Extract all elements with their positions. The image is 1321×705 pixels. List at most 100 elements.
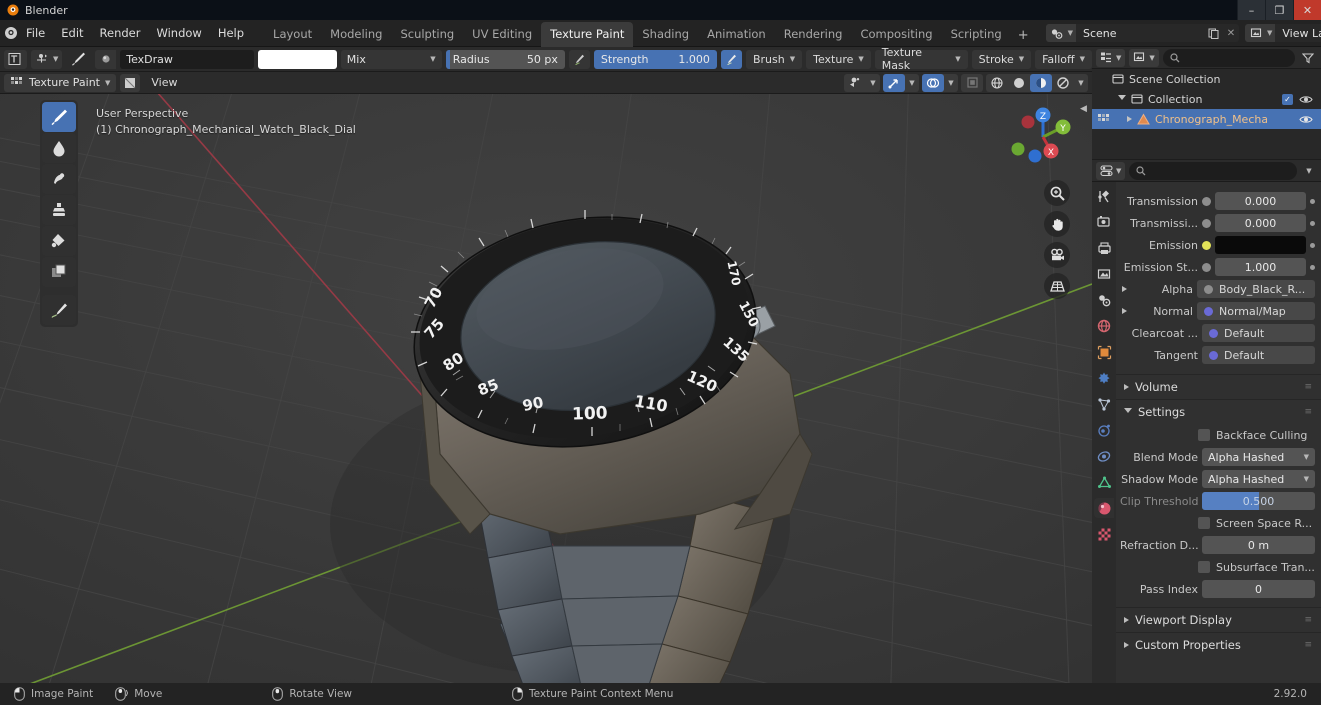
outliner-row-collection[interactable]: Collection ✓ [1092, 89, 1321, 109]
animate-dot[interactable] [1310, 242, 1315, 248]
add-workspace-button[interactable]: + [1011, 24, 1036, 47]
object-tab[interactable] [1094, 342, 1114, 362]
brush-falloff-group[interactable]: ▼ [30, 49, 63, 69]
strength-slider[interactable]: Strength 1.000 [593, 49, 717, 69]
shadow-mode-select[interactable]: Alpha Hashed ▼ [1202, 470, 1315, 488]
viewlayer-browse-chevron[interactable]: ▼ [1267, 24, 1276, 42]
particles-tab[interactable] [1094, 394, 1114, 414]
tab-shading[interactable]: Shading [633, 22, 698, 47]
xray-icon[interactable] [961, 74, 983, 92]
camera-icon[interactable] [1044, 242, 1070, 268]
socket-dot[interactable] [1202, 196, 1211, 206]
render-tab[interactable] [1094, 212, 1114, 232]
soften-tool-button[interactable] [42, 133, 76, 163]
constraints-tab[interactable] [1094, 446, 1114, 466]
perspective-icon[interactable] [1044, 273, 1070, 299]
material-preview-shading-icon[interactable] [1030, 73, 1052, 92]
chevron-right-icon[interactable] [1122, 308, 1127, 314]
brush-name-field[interactable]: TexDraw [120, 49, 255, 69]
socket-dot[interactable] [1202, 218, 1211, 228]
menu-edit[interactable]: Edit [53, 23, 91, 43]
tab-animation[interactable]: Animation [698, 22, 775, 47]
view-layer-name[interactable]: View Layer [1275, 27, 1321, 40]
prop-value-transmission-roughness[interactable]: 0.000 [1215, 214, 1306, 232]
modifier-tab[interactable] [1094, 368, 1114, 388]
prop-link-clearcoat-normal[interactable]: Default [1202, 324, 1315, 342]
outliner-display-mode-icon[interactable]: ▼ [1129, 48, 1159, 67]
material-tab[interactable] [1094, 498, 1114, 518]
animate-dot[interactable] [1310, 264, 1315, 270]
panel-header-viewport-display[interactable]: Viewport Display ≡ [1116, 609, 1321, 631]
setting-backface-culling[interactable]: Backface Culling [1120, 425, 1315, 445]
new-scene-icon[interactable] [1204, 24, 1223, 42]
brush-datablock-icon[interactable] [95, 49, 117, 69]
tab-uv-editing[interactable]: UV Editing [463, 22, 541, 47]
unlink-scene-button[interactable]: ✕ [1223, 24, 1239, 42]
menu-help[interactable]: Help [210, 23, 252, 43]
wireframe-shading-icon[interactable] [986, 74, 1008, 92]
chevron-down-icon[interactable]: ▼ [1074, 74, 1088, 92]
socket-dot[interactable] [1202, 262, 1211, 272]
panel-header-settings[interactable]: Settings ≡ [1116, 401, 1321, 423]
prop-color-emission[interactable] [1215, 236, 1306, 254]
tab-sculpting[interactable]: Sculpting [391, 22, 463, 47]
tab-scripting[interactable]: Scripting [942, 22, 1011, 47]
hand-icon[interactable] [1044, 211, 1070, 237]
minimize-button[interactable]: – [1237, 0, 1265, 20]
prop-link-alpha[interactable]: Body_Black_R... [1197, 280, 1315, 298]
chevron-down-icon[interactable]: ▼ [944, 74, 958, 92]
tab-modeling[interactable]: Modeling [321, 22, 391, 47]
outliner-row-object[interactable]: Chronograph_Mechai [1092, 109, 1321, 129]
properties-editor-type-icon[interactable]: ▼ [1096, 161, 1126, 180]
physics-tab[interactable] [1094, 420, 1114, 440]
menu-file[interactable]: File [18, 23, 53, 43]
blender-menu-icon[interactable] [4, 23, 18, 43]
smear-tool-button[interactable] [42, 164, 76, 194]
setting-subsurface-translucency[interactable]: Subsurface Tran... [1120, 557, 1315, 577]
screen-space-refraction-checkbox[interactable] [1198, 517, 1210, 529]
scene-tab[interactable] [1094, 290, 1114, 310]
show-gizmo-icon[interactable] [883, 73, 905, 92]
outliner-row-scene-collection[interactable]: Scene Collection [1092, 69, 1321, 89]
clip-threshold-slider[interactable]: 0.500 [1202, 492, 1315, 510]
solid-shading-icon[interactable] [1008, 74, 1030, 92]
draw-tool-button[interactable] [42, 102, 76, 132]
view-layer-tab[interactable] [1094, 264, 1114, 284]
texture-mask-popover[interactable]: Texture Mask ▼ [874, 46, 968, 72]
brush-falloff-chevron[interactable]: ▼ [53, 55, 58, 63]
menu-render[interactable]: Render [92, 23, 149, 43]
clone-tool-button[interactable] [42, 195, 76, 225]
outliner-editor-type-icon[interactable]: ▼ [1096, 48, 1126, 67]
overlays-popover[interactable]: ▼ [922, 73, 958, 92]
falloff-popover[interactable]: Falloff ▼ [1035, 49, 1092, 69]
animate-dot[interactable] [1310, 198, 1315, 204]
view-axis-gizmo[interactable]: Z Y X [1006, 100, 1080, 174]
gizmo-popover[interactable]: ▼ [883, 73, 919, 92]
maximize-button[interactable]: ❐ [1265, 0, 1293, 20]
chevron-right-icon[interactable] [1122, 286, 1127, 292]
panel-header-volume[interactable]: Volume ≡ [1116, 376, 1321, 398]
texture-popover[interactable]: Texture ▼ [806, 49, 871, 69]
prop-link-normal[interactable]: Normal/Map [1197, 302, 1315, 320]
tab-texture-paint[interactable]: Texture Paint [541, 21, 634, 47]
scene-name[interactable]: Scene [1076, 27, 1204, 40]
view-layer-icon[interactable] [1245, 24, 1267, 42]
scene-icon[interactable] [1045, 24, 1068, 42]
brush-preview-icon[interactable] [66, 50, 91, 69]
subsurface-translucency-checkbox[interactable] [1198, 561, 1210, 573]
object-types-visibility-icon[interactable] [844, 74, 866, 92]
chevron-down-icon[interactable]: ▼ [905, 74, 919, 92]
tab-compositing[interactable]: Compositing [851, 22, 941, 47]
backface-culling-checkbox[interactable] [1198, 429, 1210, 441]
stroke-popover[interactable]: Stroke ▼ [971, 49, 1032, 69]
xray-toggle[interactable] [961, 73, 983, 92]
close-button[interactable]: ✕ [1293, 0, 1321, 20]
prop-value-emission-strength[interactable]: 1.000 [1215, 258, 1306, 276]
tool-tab[interactable] [1094, 186, 1114, 206]
rendered-shading-icon[interactable] [1052, 74, 1074, 92]
sidebar-collapse-arrow[interactable]: ◀ [1080, 104, 1087, 114]
refraction-depth-field[interactable]: 0 m [1202, 536, 1315, 554]
menu-window[interactable]: Window [148, 23, 209, 43]
prop-value-transmission[interactable]: 0.000 [1215, 192, 1306, 210]
tab-layout[interactable]: Layout [264, 22, 321, 47]
